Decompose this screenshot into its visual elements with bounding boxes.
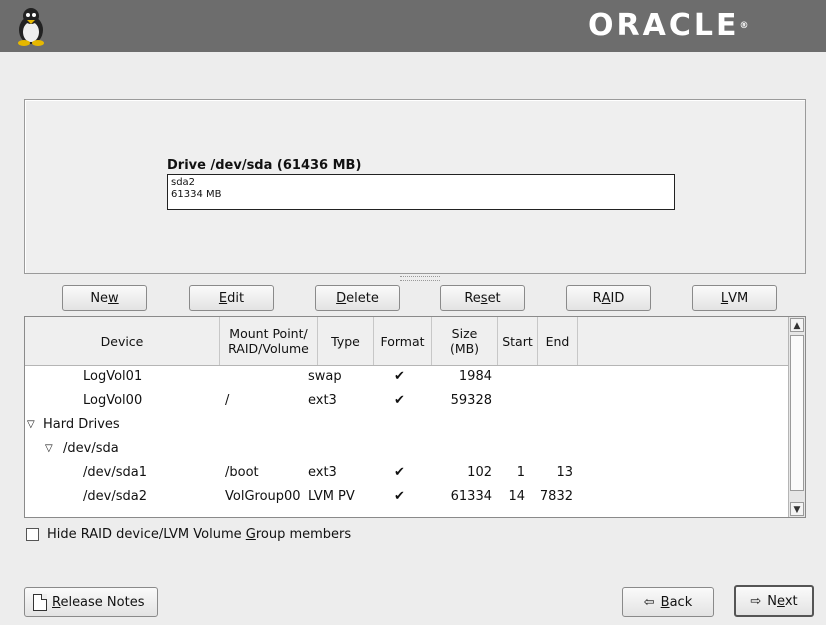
vertical-scrollbar[interactable]: ▲ ▼ bbox=[788, 317, 805, 517]
partition-bar-sda2[interactable]: sda2 61334 MB bbox=[167, 174, 675, 210]
column-header-device[interactable]: Device bbox=[25, 317, 220, 365]
device-cell: /dev/sda2 bbox=[83, 489, 147, 504]
mount-cell: / bbox=[225, 393, 230, 408]
back-label: Back bbox=[660, 594, 693, 610]
device-cell: /dev/sda1 bbox=[83, 465, 147, 480]
expander-down-icon[interactable]: ▽ bbox=[27, 413, 35, 437]
format-check-icon: ✔ bbox=[394, 465, 405, 480]
mount-cell: VolGroup00 bbox=[225, 489, 301, 504]
table-row[interactable]: ▽ Hard Drives bbox=[25, 413, 805, 437]
column-header-start[interactable]: Start bbox=[498, 317, 538, 365]
table-row[interactable]: LogVol01 swap ✔ 1984 bbox=[25, 365, 805, 389]
release-notes-label: Release Notes bbox=[52, 594, 145, 610]
column-header-end[interactable]: End bbox=[538, 317, 578, 365]
format-check-icon: ✔ bbox=[394, 393, 405, 408]
top-banner: ORACLE® bbox=[0, 0, 826, 52]
start-cell: 1 bbox=[516, 465, 525, 480]
document-icon bbox=[33, 593, 47, 611]
format-check-icon: ✔ bbox=[394, 489, 405, 504]
back-button[interactable]: ⇦ Back bbox=[622, 587, 714, 617]
format-check-icon: ✔ bbox=[394, 369, 405, 384]
edit-button[interactable]: Edit bbox=[189, 285, 274, 311]
table-row[interactable]: /dev/sda1 /boot ext3 ✔ 102 1 13 bbox=[25, 461, 805, 485]
reset-button[interactable]: Re s et bbox=[440, 285, 525, 311]
device-cell: /dev/sda bbox=[63, 441, 119, 456]
device-cell: Hard Drives bbox=[43, 417, 120, 432]
release-notes-button[interactable]: Release Notes bbox=[24, 587, 158, 617]
back-arrow-icon: ⇦ bbox=[643, 594, 655, 610]
next-arrow-icon: ⇨ bbox=[750, 593, 762, 609]
next-label: Next bbox=[767, 593, 798, 609]
table-header: Device Mount Point/RAID/Volume Type Form… bbox=[25, 317, 805, 366]
oracle-logo: ORACLE® bbox=[588, 8, 749, 43]
partition-table[interactable]: Device Mount Point/RAID/Volume Type Form… bbox=[24, 316, 806, 518]
expander-down-icon[interactable]: ▽ bbox=[45, 437, 53, 461]
type-cell: ext3 bbox=[308, 465, 337, 480]
drive-panel: Drive /dev/sda (61436 MB) sda2 61334 MB bbox=[24, 99, 806, 274]
pane-resize-handle[interactable] bbox=[400, 276, 440, 281]
scroll-down-arrow-icon[interactable]: ▼ bbox=[790, 502, 804, 516]
hide-raid-lvm-checkbox-row[interactable]: Hide RAID device/LVM Volume Group member… bbox=[26, 525, 351, 543]
size-cell: 59328 bbox=[450, 393, 492, 408]
device-cell: LogVol00 bbox=[83, 393, 143, 408]
size-cell: 61334 bbox=[450, 489, 492, 504]
new-button[interactable]: Ne w bbox=[62, 285, 147, 311]
table-row[interactable]: LogVol00 / ext3 ✔ 59328 bbox=[25, 389, 805, 413]
mount-cell: /boot bbox=[225, 465, 259, 480]
delete-button[interactable]: Delete bbox=[315, 285, 400, 311]
device-cell: LogVol01 bbox=[83, 369, 143, 384]
scrollbar-thumb[interactable] bbox=[790, 335, 804, 491]
column-header-type[interactable]: Type bbox=[318, 317, 374, 365]
end-cell: 7832 bbox=[539, 489, 573, 504]
size-cell: 1984 bbox=[458, 369, 492, 384]
column-header-mount-point[interactable]: Mount Point/RAID/Volume bbox=[220, 317, 318, 365]
partition-name: sda2 bbox=[171, 177, 196, 188]
type-cell: LVM PV bbox=[308, 489, 355, 504]
raid-button[interactable]: R A ID bbox=[566, 285, 651, 311]
tux-penguin-icon bbox=[18, 8, 44, 46]
partition-size: 61334 MB bbox=[171, 189, 222, 200]
drive-title: Drive /dev/sda (61436 MB) bbox=[167, 158, 362, 173]
type-cell: swap bbox=[308, 369, 342, 384]
scroll-up-arrow-icon[interactable]: ▲ bbox=[790, 318, 804, 332]
column-header-format[interactable]: Format bbox=[374, 317, 432, 365]
start-cell: 14 bbox=[508, 489, 525, 504]
table-row[interactable]: ▽ /dev/sda bbox=[25, 437, 805, 461]
hide-raid-lvm-checkbox[interactable] bbox=[26, 527, 39, 541]
hide-raid-lvm-label: Hide RAID device/LVM Volume Group member… bbox=[47, 526, 352, 542]
table-row[interactable]: /dev/sda2 VolGroup00 LVM PV ✔ 61334 14 7… bbox=[25, 485, 805, 509]
next-button[interactable]: ⇨ Next bbox=[734, 585, 814, 617]
column-header-size[interactable]: Size (MB) bbox=[432, 317, 498, 365]
size-cell: 102 bbox=[467, 465, 492, 480]
end-cell: 13 bbox=[556, 465, 573, 480]
lvm-button[interactable]: L VM bbox=[692, 285, 777, 311]
type-cell: ext3 bbox=[308, 393, 337, 408]
